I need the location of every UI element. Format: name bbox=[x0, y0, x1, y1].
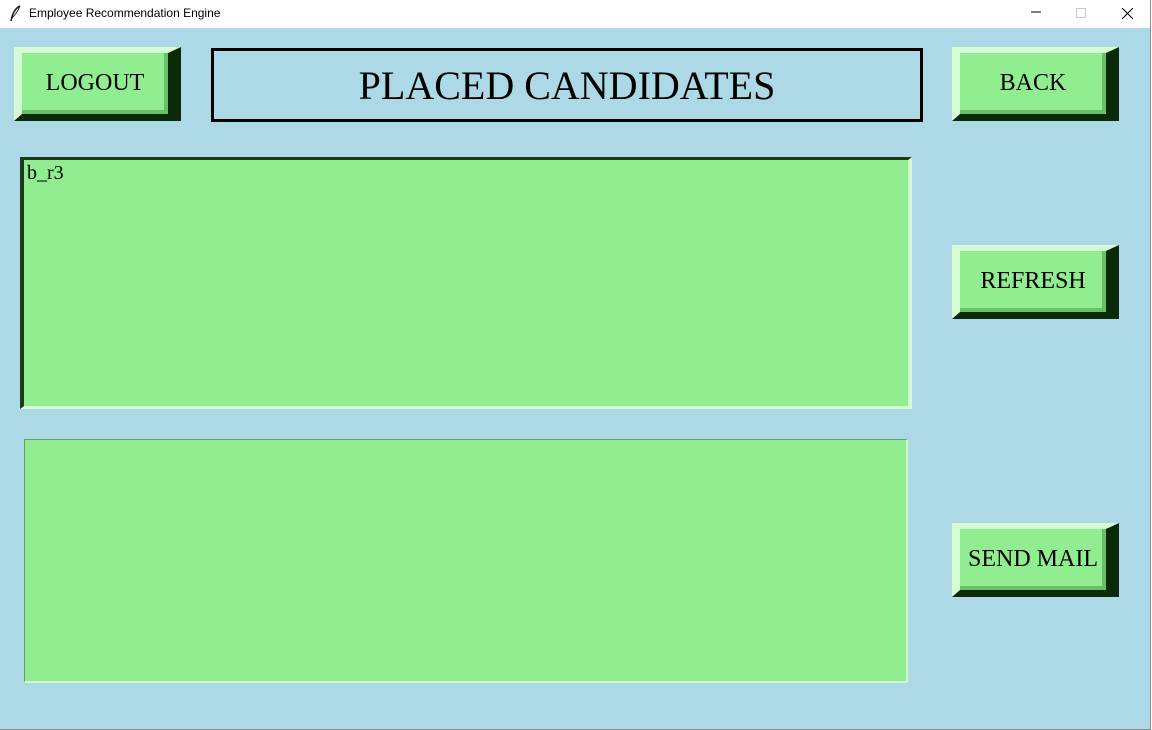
page-title: PLACED CANDIDATES bbox=[211, 48, 923, 122]
send-mail-button[interactable]: SEND MAIL bbox=[952, 523, 1119, 597]
window-title: Employee Recommendation Engine bbox=[29, 6, 221, 20]
list-item[interactable]: b_r3 bbox=[27, 162, 905, 185]
refresh-button[interactable]: REFRESH bbox=[952, 245, 1119, 319]
page-title-text: PLACED CANDIDATES bbox=[358, 62, 776, 108]
minimize-button[interactable] bbox=[1013, 0, 1058, 28]
feather-icon bbox=[8, 5, 24, 23]
close-button[interactable] bbox=[1104, 0, 1149, 28]
back-button[interactable]: BACK bbox=[952, 47, 1119, 121]
refresh-label: REFRESH bbox=[980, 268, 1086, 294]
details-listbox[interactable] bbox=[24, 439, 908, 683]
close-icon bbox=[1121, 8, 1133, 20]
candidates-listbox[interactable]: b_r3 bbox=[20, 157, 912, 409]
back-label: BACK bbox=[999, 70, 1067, 96]
title-bar: Employee Recommendation Engine bbox=[0, 0, 1150, 28]
app-window: Employee Recommendation Engine LOGOUT PL… bbox=[0, 0, 1151, 730]
maximize-button[interactable] bbox=[1058, 0, 1103, 28]
maximize-icon bbox=[1076, 8, 1086, 18]
minimize-icon bbox=[1031, 11, 1041, 13]
send-mail-label: SEND MAIL bbox=[968, 546, 1098, 572]
logout-button[interactable]: LOGOUT bbox=[14, 47, 181, 121]
logout-label: LOGOUT bbox=[45, 70, 145, 96]
